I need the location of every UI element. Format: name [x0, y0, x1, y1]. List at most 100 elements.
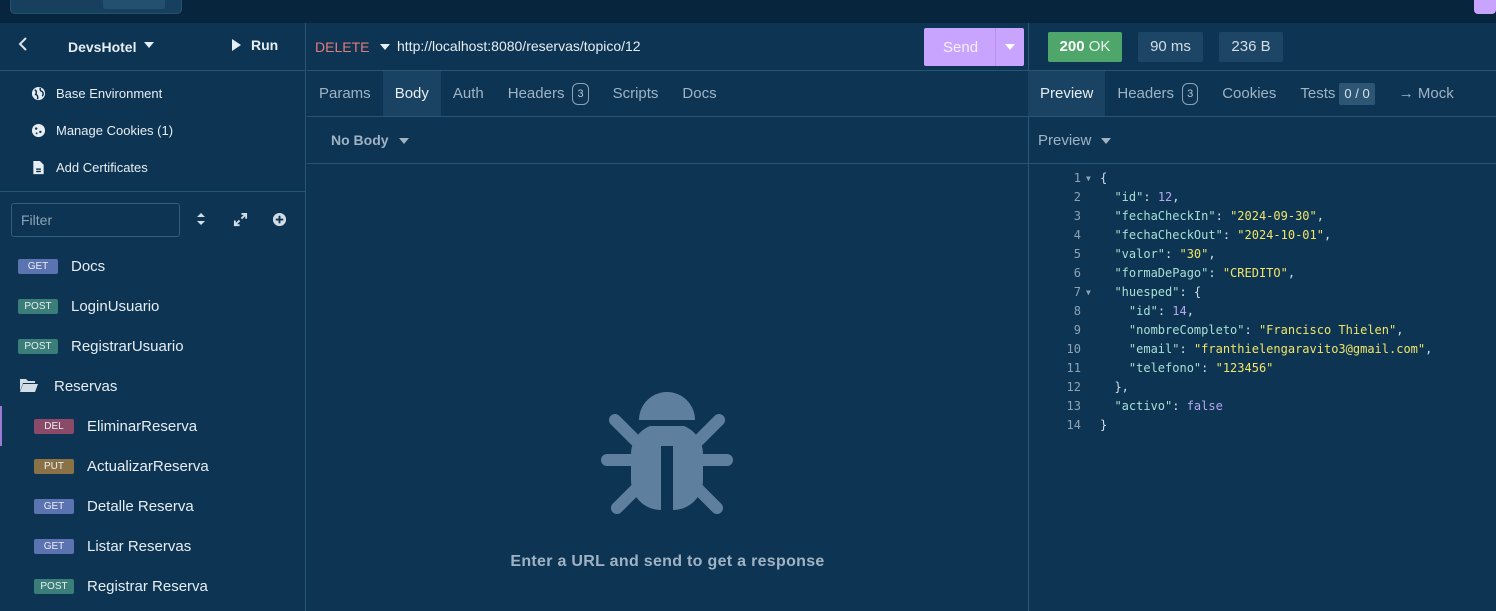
code-text: "valor": "30",: [1114, 247, 1216, 261]
response-tabs: Preview Headers 3 Cookies Tests 0 / 0 → Mo…: [1028, 71, 1496, 117]
tab-params[interactable]: Params: [307, 71, 383, 116]
chevron-down-icon[interactable]: [1005, 44, 1015, 50]
request-item[interactable]: POST Registrar Reserva: [0, 566, 306, 606]
tab-tests[interactable]: Tests 0 / 0: [1288, 71, 1386, 116]
sort-icon[interactable]: [193, 211, 209, 227]
request-label: LoginUsuario: [71, 297, 160, 315]
method-badge: POST: [18, 298, 58, 314]
code-line: 5 "valor": "30",: [1029, 245, 1496, 264]
code-text: {: [1100, 171, 1108, 185]
send-button[interactable]: Send: [924, 28, 1024, 66]
line-number: 14: [1066, 418, 1081, 432]
filter-row: [0, 193, 306, 243]
chevron-down-icon[interactable]: [144, 42, 154, 48]
filter-input[interactable]: [11, 203, 180, 237]
code-line: 3 "fechaCheckIn": "2024-09-30",: [1029, 207, 1496, 226]
tab-response-headers[interactable]: Headers 3: [1105, 71, 1210, 116]
request-label: Registrar Reserva: [87, 577, 208, 595]
add-icon[interactable]: [271, 211, 287, 227]
chevron-down-icon[interactable]: [380, 44, 390, 50]
method-badge: GET: [34, 538, 74, 554]
status-text: OK: [1088, 38, 1111, 55]
code-text: "email": "franthielengaravito3@gmail.com…: [1128, 342, 1433, 356]
code-text: "fechaCheckIn": "2024-09-30",: [1114, 209, 1324, 223]
run-button[interactable]: Run: [232, 37, 278, 53]
status-badge: 200 OK: [1048, 32, 1122, 62]
code-text: "fechaCheckOut": "2024-10-01",: [1114, 228, 1332, 242]
code-text: "formaDePago": "CREDITO",: [1114, 266, 1296, 280]
url-input[interactable]: http://localhost:8080/reservas/topico/12: [397, 38, 641, 54]
request-item[interactable]: GET Detalle Reserva: [0, 486, 306, 526]
expand-icon[interactable]: [232, 211, 248, 227]
tab-scripts[interactable]: Scripts: [601, 71, 671, 116]
tab-cookies[interactable]: Cookies: [1210, 71, 1288, 116]
tab-headers[interactable]: Headers 3: [496, 71, 601, 116]
line-number: 5: [1073, 247, 1081, 261]
shortcut-hint: [103, 0, 165, 9]
fold-caret-icon[interactable]: ▼: [1086, 169, 1091, 188]
method-badge: DEL: [34, 418, 74, 434]
response-size: 236 B: [1219, 32, 1283, 62]
code-line: 8 "id": 14,: [1029, 302, 1496, 321]
code-line: 11 "telefono": "123456": [1029, 359, 1496, 378]
request-item[interactable]: GET Docs: [0, 246, 306, 286]
method-badge: GET: [34, 498, 74, 514]
preview-mode-label: Preview: [1038, 132, 1092, 149]
request-item[interactable]: PUT ActualizarReserva: [0, 446, 306, 486]
method-badge: GET: [18, 258, 58, 274]
tab-body[interactable]: Body: [382, 71, 441, 116]
account-button[interactable]: [1474, 0, 1496, 14]
line-number: 12: [1066, 380, 1081, 394]
add-certificates-item[interactable]: Add Certificates: [30, 157, 148, 177]
workspace-name[interactable]: DevsHotel: [68, 39, 136, 55]
tab-auth[interactable]: Auth: [441, 71, 496, 116]
tab-label: Body: [394, 85, 429, 102]
divider: [995, 28, 996, 66]
env-item-label: Base Environment: [56, 85, 163, 101]
manage-cookies-item[interactable]: Manage Cookies (1): [30, 120, 173, 140]
tab-label: Preview: [1040, 85, 1094, 102]
code-text: }: [1100, 418, 1108, 432]
fold-caret-icon[interactable]: ▼: [1086, 283, 1091, 302]
code-line: 6 "formaDePago": "CREDITO",: [1029, 264, 1496, 283]
tab-label: → Mock: [1398, 85, 1454, 102]
line-number: 6: [1073, 266, 1081, 280]
code-line: 13 "activo": false: [1029, 397, 1496, 416]
back-icon[interactable]: [18, 37, 28, 56]
tab-preview[interactable]: Preview: [1028, 71, 1106, 116]
method-badge: PUT: [34, 458, 74, 474]
code-line: 9 "nombreCompleto": "Francisco Thielen",: [1029, 321, 1496, 340]
tab-label: Tests: [1300, 85, 1336, 102]
folder-open-icon: [20, 378, 38, 395]
line-number: 13: [1066, 399, 1081, 413]
tab-label: Scripts: [612, 85, 659, 102]
base-environment-item[interactable]: Base Environment: [30, 83, 162, 103]
sidebar-header: DevsHotel Run: [0, 23, 306, 71]
preview-mode-selector[interactable]: Preview: [1029, 117, 1496, 164]
tab-mock[interactable]: → Mock: [1387, 71, 1466, 116]
folder-item[interactable]: Reservas: [0, 366, 306, 406]
cookie-icon: [30, 122, 46, 138]
request-tabs: Params Body Auth Headers 3 Scripts Docs: [307, 71, 1028, 117]
method-selector[interactable]: DELETE: [315, 39, 369, 55]
line-number: 2: [1073, 190, 1081, 204]
code-line: 4 "fechaCheckOut": "2024-10-01",: [1029, 226, 1496, 245]
headers-count-badge: 3: [1182, 82, 1199, 105]
response-time: 90 ms: [1138, 32, 1203, 62]
tab-label: Headers: [507, 85, 565, 102]
global-search[interactable]: [10, 0, 182, 14]
line-number: 1: [1073, 171, 1081, 185]
headers-count-badge: 3: [572, 82, 589, 105]
request-item[interactable]: GET Listar Reservas: [0, 526, 306, 566]
play-icon: [232, 39, 241, 51]
url-bar: DELETE http://localhost:8080/reservas/to…: [307, 23, 1028, 71]
request-item[interactable]: POST RegistrarUsuario: [0, 326, 306, 366]
code-line: 12 },: [1029, 378, 1496, 397]
tab-label: Cookies: [1222, 85, 1277, 102]
request-item-active[interactable]: DEL EliminarReserva: [0, 406, 306, 446]
body-mode-selector[interactable]: No Body: [307, 117, 1028, 164]
tab-docs[interactable]: Docs: [670, 71, 728, 116]
request-item[interactable]: POST LoginUsuario: [0, 286, 306, 326]
request-label: Docs: [71, 257, 106, 275]
code-text: "id": 14,: [1128, 304, 1194, 318]
